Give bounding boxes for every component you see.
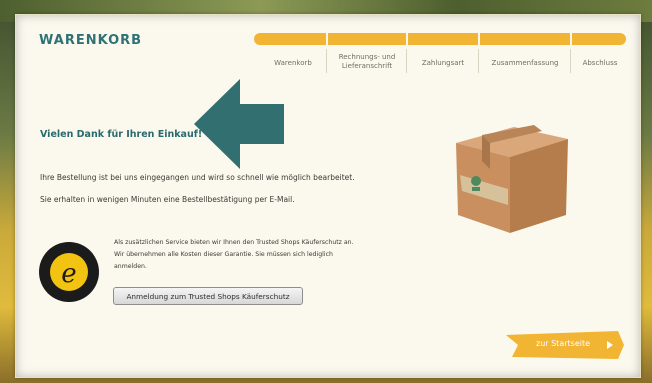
step-zusammenfassung[interactable]: Zusammenfassung [480,59,570,68]
order-received-text: Ihre Bestellung ist bei uns eingegangen … [40,173,355,182]
page-title: WARENKORB [39,33,143,48]
trusted-shops-info: Als zusätzlichen Service bieten wir Ihne… [114,239,354,270]
confirmation-email-text: Sie erhalten in wenigen Minuten eine Bes… [40,195,295,204]
progress-separator [478,33,480,45]
start-page-link[interactable]: zur Startseite [536,339,590,348]
progress-separator [326,33,328,45]
arrow-left-icon [194,79,284,169]
progress-separator [570,33,572,45]
thank-you-heading: Vielen Dank für Ihren Einkauf! [40,129,203,140]
step-divider [478,49,479,73]
trusted-shops-register-button[interactable]: Anmeldung zum Trusted Shops Käuferschutz [113,287,303,305]
package-box-illustration [456,125,568,233]
step-divider [406,49,407,73]
step-divider [570,49,571,73]
trusted-shops-badge-icon: e [39,242,99,302]
progress-separator [406,33,408,45]
cart-panel: WARENKORB Warenkorb Rechnungs- und Liefe… [15,14,641,378]
step-abschluss[interactable]: Abschluss [572,59,628,68]
step-warenkorb[interactable]: Warenkorb [260,59,326,68]
step-zahlungsart[interactable]: Zahlungsart [408,59,478,68]
step-rechnungs-lieferanschrift[interactable]: Rechnungs- und Lieferanschrift [328,53,406,71]
step-divider [326,49,327,73]
svg-text:e: e [61,259,76,289]
